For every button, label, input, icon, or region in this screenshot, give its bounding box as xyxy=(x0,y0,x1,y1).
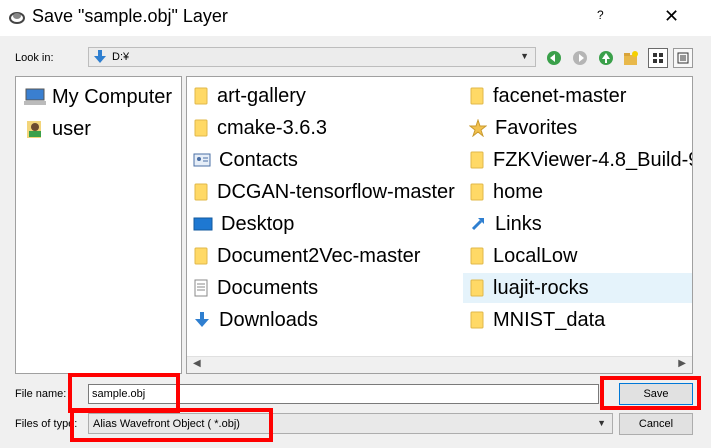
detail-view-icon xyxy=(677,52,689,64)
computer-icon xyxy=(24,88,46,105)
folder-icon xyxy=(469,279,485,297)
file-list-item[interactable]: Contacts xyxy=(187,145,465,175)
folder-icon xyxy=(469,87,485,105)
look-in-label: Look in: xyxy=(15,52,54,64)
desktop-icon xyxy=(193,216,213,232)
file-item-label: LocalLow xyxy=(493,244,578,267)
back-icon[interactable] xyxy=(546,50,562,66)
help-button[interactable]: ? xyxy=(597,8,604,22)
file-list-item[interactable]: Links xyxy=(463,209,692,239)
file-name-label: File name: xyxy=(15,388,67,400)
file-type-label: Files of type: xyxy=(15,418,78,430)
contacts-icon xyxy=(193,152,211,168)
file-item-label: Document2Vec-master xyxy=(217,244,421,267)
star-icon xyxy=(469,119,487,137)
file-item-label: luajit-rocks xyxy=(493,276,589,299)
file-list-item[interactable]: cmake-3.6.3 xyxy=(187,113,465,143)
downloads-icon xyxy=(193,311,211,329)
file-item-label: DCGAN-tensorflow-master xyxy=(217,180,455,203)
app-icon xyxy=(9,12,25,24)
file-list-item[interactable]: Favorites xyxy=(463,113,692,143)
file-list-item[interactable]: Downloads xyxy=(187,305,465,335)
file-type-highlight xyxy=(70,408,273,442)
cancel-button[interactable]: Cancel xyxy=(619,413,693,435)
file-item-label: Desktop xyxy=(221,212,295,235)
folder-icon xyxy=(469,183,485,201)
file-item-label: Contacts xyxy=(219,148,298,171)
scroll-right-icon[interactable]: ▶ xyxy=(678,358,686,369)
list-view-icon xyxy=(653,53,663,63)
title-bar: Save "sample.obj" Layer ? ✕ xyxy=(0,0,711,36)
file-item-label: MNIST_data xyxy=(493,308,606,331)
file-name-highlight xyxy=(68,373,180,413)
folder-icon xyxy=(469,311,485,329)
file-list-item[interactable]: art-gallery xyxy=(187,81,465,111)
sidebar-item-my-computer[interactable]: My Computer xyxy=(24,83,172,111)
sidebar-item-label: My Computer xyxy=(52,85,173,108)
up-icon[interactable] xyxy=(598,50,614,66)
file-list-item[interactable]: LocalLow xyxy=(463,241,692,271)
file-item-label: Links xyxy=(495,212,542,235)
save-button-highlight xyxy=(600,376,701,410)
file-list-item[interactable]: Documents xyxy=(187,273,465,303)
close-button[interactable]: ✕ xyxy=(664,6,679,27)
new-folder-icon[interactable] xyxy=(623,50,639,66)
file-item-label: Documents xyxy=(217,276,319,299)
file-list-item[interactable]: Document2Vec-master xyxy=(187,241,465,271)
sidebar-item-label: user xyxy=(52,117,91,140)
sidebar: My Computer user xyxy=(15,76,182,374)
folder-icon xyxy=(469,247,485,265)
file-item-label: Favorites xyxy=(495,116,578,139)
file-list-item[interactable]: Desktop xyxy=(187,209,465,239)
file-item-label: art-gallery xyxy=(217,84,306,107)
file-item-label: FZKViewer-4.8_Build-9 xyxy=(493,148,693,171)
look-in-combo[interactable]: D:¥ ▼ xyxy=(88,47,536,67)
window-title: Save "sample.obj" Layer xyxy=(32,6,228,26)
links-icon xyxy=(469,215,487,233)
look-in-path: D:¥ xyxy=(112,51,130,63)
folder-icon xyxy=(193,87,209,105)
file-list-item[interactable]: MNIST_data xyxy=(463,305,692,335)
folder-icon xyxy=(193,119,209,137)
sidebar-item-user[interactable]: user xyxy=(24,115,91,143)
drive-arrow-icon xyxy=(94,50,106,63)
folder-icon xyxy=(193,183,209,201)
file-list: art-gallery cmake-3.6.3 Contacts DCGAN-tens… xyxy=(186,76,693,374)
documents-icon xyxy=(193,279,209,297)
file-item-label: home xyxy=(493,180,544,203)
chevron-down-icon: ▼ xyxy=(520,51,529,61)
file-list-item[interactable]: facenet-master xyxy=(463,81,692,111)
file-item-label: facenet-master xyxy=(493,84,627,107)
horizontal-scrollbar[interactable]: ◀ ▶ xyxy=(187,356,692,373)
list-view-button[interactable] xyxy=(648,48,668,68)
file-list-item[interactable]: luajit-rocks xyxy=(463,273,692,303)
file-item-label: Downloads xyxy=(219,308,318,331)
folder-icon xyxy=(469,151,485,169)
forward-icon[interactable] xyxy=(572,50,588,66)
file-list-item[interactable]: DCGAN-tensorflow-master xyxy=(187,177,465,207)
user-icon xyxy=(27,121,41,138)
detail-view-button[interactable] xyxy=(673,48,693,68)
file-list-item[interactable]: home xyxy=(463,177,692,207)
file-item-label: cmake-3.6.3 xyxy=(217,116,328,139)
file-list-item[interactable]: FZKViewer-4.8_Build-9 xyxy=(463,145,693,175)
folder-icon xyxy=(193,247,209,265)
chevron-down-icon: ▼ xyxy=(597,418,606,428)
scroll-left-icon[interactable]: ◀ xyxy=(193,358,201,369)
